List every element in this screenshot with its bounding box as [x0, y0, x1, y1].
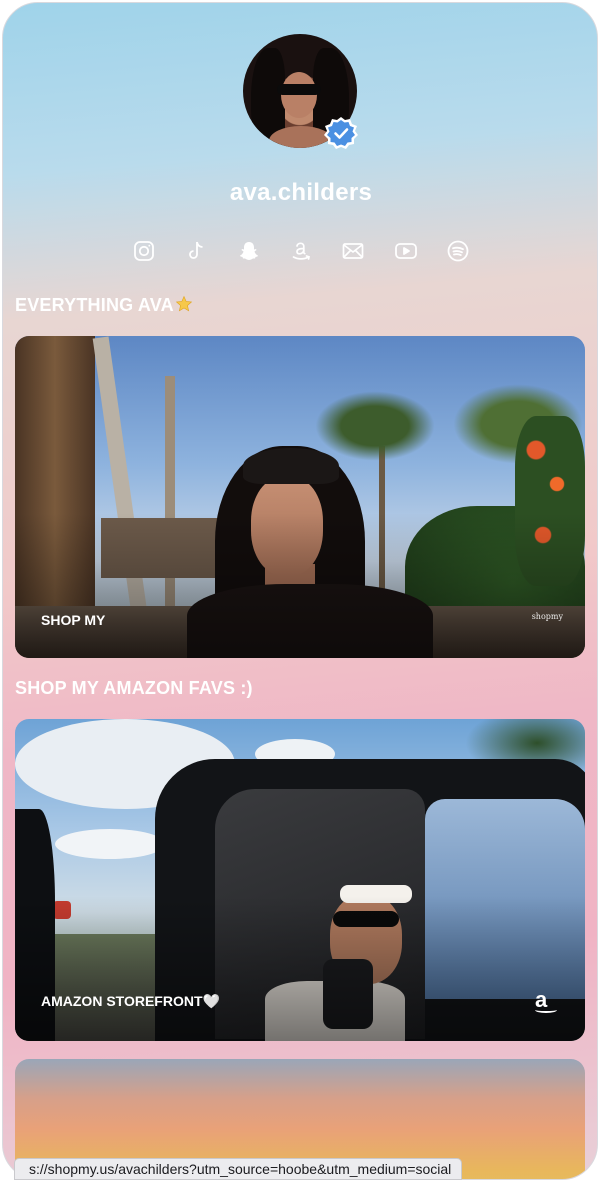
avatar-face	[281, 72, 317, 118]
profile-username: ava.childers	[229, 179, 373, 206]
amazon-storefront-card[interactable]: AMAZON STOREFRONT🤍 a	[15, 719, 585, 1041]
section-title-amazon-favs: SHOP MY AMAZON FAVS :)	[15, 678, 253, 698]
shop-my-card[interactable]: SHOP MY shopmy	[15, 336, 585, 658]
email-icon[interactable]	[340, 238, 366, 264]
shopmy-logo: shopmy	[531, 612, 563, 621]
amazon-logo-icon: a	[535, 989, 557, 1013]
card-label: SHOP MY	[41, 612, 106, 628]
spotify-icon[interactable]	[445, 238, 471, 264]
verified-badge-icon	[323, 115, 359, 151]
avatar-sunglasses	[277, 84, 321, 95]
amazon-logo-letter: a	[535, 987, 548, 1012]
instagram-icon[interactable]	[131, 238, 157, 264]
card-overlay	[15, 336, 585, 658]
youtube-icon[interactable]	[393, 238, 419, 264]
star-icon	[175, 295, 193, 312]
tiktok-icon[interactable]	[183, 238, 209, 264]
section-title-text: EVERYTHING AVA	[15, 295, 174, 315]
amazon-icon[interactable]	[288, 238, 314, 264]
profile-page: ava.childers EVERYTHING AVA SHOP MY shop…	[2, 2, 598, 1180]
social-links	[131, 237, 471, 265]
status-bar-url: s://shopmy.us/avachilders?utm_source=hoo…	[14, 1158, 463, 1180]
card-label: AMAZON STOREFRONT🤍	[41, 993, 220, 1009]
section-title-everything-ava: EVERYTHING AVA	[15, 295, 193, 316]
snapchat-icon[interactable]	[236, 238, 262, 264]
